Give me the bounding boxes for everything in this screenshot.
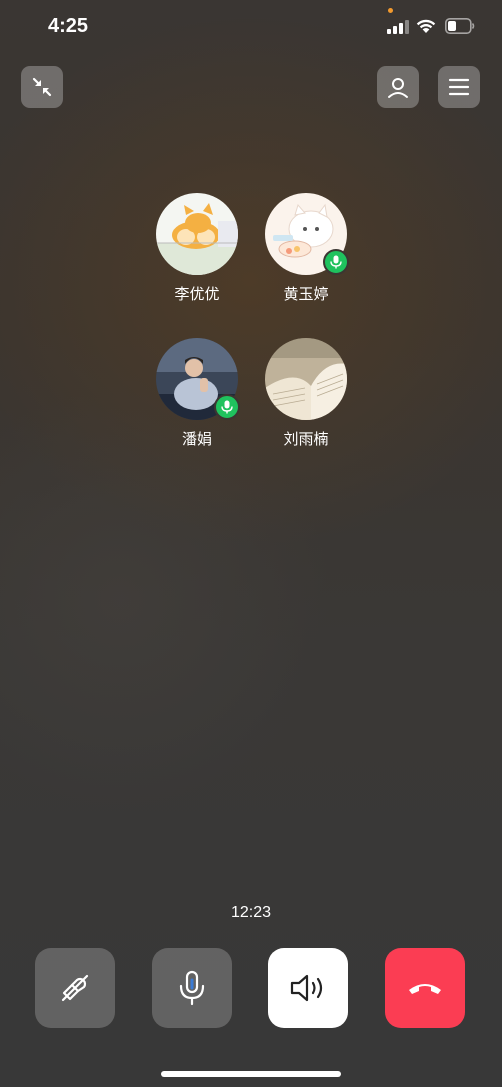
- book-avatar-image: [265, 338, 347, 420]
- wifi-icon: [416, 19, 436, 33]
- participant-tile[interactable]: 李优优: [147, 193, 247, 304]
- camera-off-icon: [61, 974, 89, 1002]
- speaker-button[interactable]: [268, 948, 348, 1028]
- home-indicator[interactable]: [161, 1071, 341, 1077]
- privacy-indicator-dot: [388, 8, 393, 13]
- hang-up-icon: [409, 984, 441, 994]
- minimize-button[interactable]: [21, 66, 63, 108]
- camera-off-button[interactable]: [35, 948, 115, 1028]
- participant-name: 黄玉婷: [283, 286, 329, 303]
- participant-tile[interactable]: 黄玉婷: [256, 193, 356, 304]
- corgi-avatar-image: [156, 193, 238, 275]
- add-member-button[interactable]: [377, 66, 419, 108]
- signal-icon: [387, 20, 409, 34]
- menu-icon: [448, 78, 470, 96]
- participant-name: 李优优: [174, 286, 220, 303]
- participant-name: 刘雨楠: [283, 431, 329, 448]
- microphone-icon: [179, 970, 205, 1006]
- avatar: [265, 338, 347, 420]
- avatar: [156, 193, 238, 275]
- participant-name: 潘娟: [181, 431, 212, 448]
- minimize-icon: [32, 77, 52, 97]
- battery-icon: [445, 18, 475, 34]
- participant-tile[interactable]: 刘雨楠: [256, 338, 356, 449]
- microphone-button[interactable]: [152, 948, 232, 1028]
- call-duration: 12:23: [230, 904, 272, 921]
- microphone-icon: [221, 400, 233, 414]
- speaking-indicator: [214, 394, 240, 420]
- microphone-icon: [330, 255, 342, 269]
- status-time: 4:25: [48, 15, 89, 37]
- participant-tile[interactable]: 潘娟: [147, 338, 247, 449]
- menu-button[interactable]: [438, 66, 480, 108]
- add-member-icon: [388, 78, 408, 98]
- status-bar: 4:25: [0, 0, 502, 55]
- speaking-indicator: [323, 249, 349, 275]
- speaker-icon: [290, 974, 323, 1002]
- hang-up-button[interactable]: [385, 948, 465, 1028]
